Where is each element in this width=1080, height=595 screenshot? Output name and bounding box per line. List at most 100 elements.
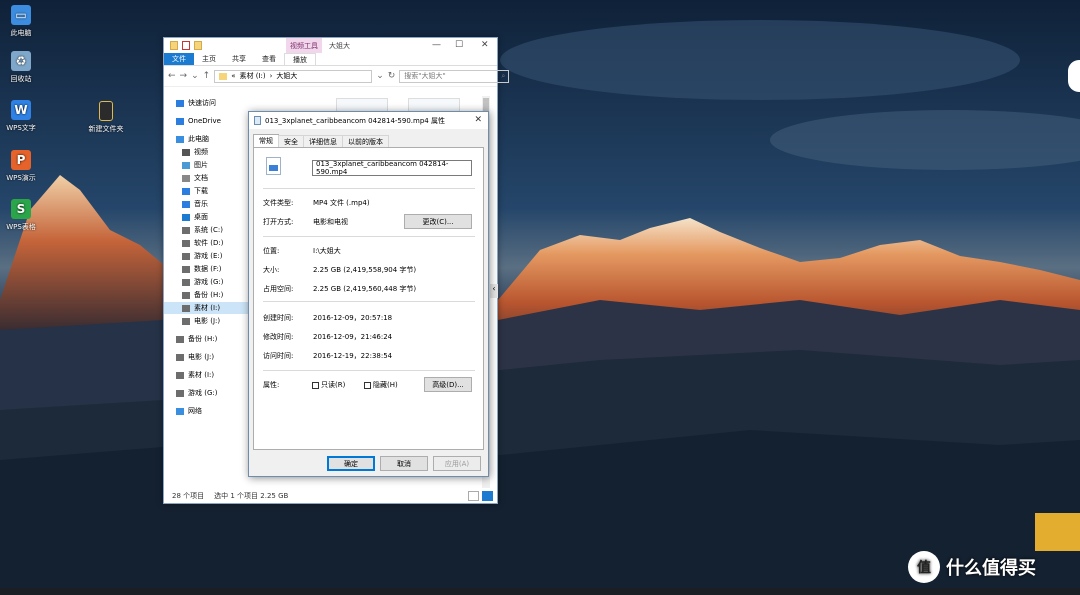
nav-item[interactable]: 软件 (D:) <box>164 237 250 249</box>
nav-item[interactable]: 文档 <box>164 172 250 184</box>
forward-arrow-icon[interactable]: → <box>180 71 188 81</box>
close-button[interactable]: ✕ <box>481 40 489 50</box>
checkbox-icon[interactable] <box>312 381 319 389</box>
tab-share[interactable]: 共享 <box>224 53 254 65</box>
properties-icon[interactable] <box>182 41 190 50</box>
desktop-icon-computer[interactable]: ▭ 此电脑 <box>0 5 46 38</box>
tab-view[interactable]: 查看 <box>254 53 284 65</box>
minimize-button[interactable]: — <box>432 40 441 50</box>
wps-spreadsheet-icon: S <box>11 199 31 219</box>
nav-item[interactable]: 音乐 <box>164 198 250 210</box>
taskbar[interactable] <box>0 588 1080 595</box>
change-button[interactable]: 更改(C)... <box>404 214 472 229</box>
location-row: 位置: I:\大姐大 <box>263 246 341 256</box>
folder-icon[interactable] <box>170 41 178 50</box>
location-label: 位置: <box>263 247 280 255</box>
modified-row: 修改时间: 2016-12-09，21:46:24 <box>263 332 392 342</box>
nav-item[interactable]: 游戏 (G:) <box>164 387 250 399</box>
size-on-disk-row: 占用空间: 2.25 GB (2,419,560,448 字节) <box>263 284 416 294</box>
quick-access-toolbar <box>164 38 202 53</box>
drive-icon <box>182 252 190 260</box>
nav-item[interactable]: 视频 <box>164 146 250 158</box>
explorer-titlebar[interactable]: 视频工具 大姐大 — ☐ ✕ <box>164 38 497 53</box>
open-with-label: 打开方式: <box>263 218 294 226</box>
details-view-icon[interactable] <box>468 491 479 501</box>
nav-item[interactable]: 系统 (C:) <box>164 224 250 236</box>
nav-item-label: 素材 (I:) <box>194 304 221 312</box>
nav-item[interactable]: 网络 <box>164 405 250 417</box>
tab-security[interactable]: 安全 <box>278 135 304 147</box>
created-value: 2016-12-09，20:57:18 <box>313 314 393 322</box>
advanced-button[interactable]: 高级(D)... <box>424 377 472 392</box>
nav-item[interactable]: 数据 (F:) <box>164 263 250 275</box>
refresh-icon[interactable]: ↻ <box>388 71 396 81</box>
nav-item[interactable]: 电影 (J:) <box>164 351 250 363</box>
nav-item-label: 网络 <box>188 407 202 415</box>
dialog-titlebar[interactable]: 013_3xplanet_caribbeancom 042814-590.mp4… <box>249 112 488 129</box>
checkbox-icon[interactable] <box>364 381 371 389</box>
nav-item[interactable]: OneDrive <box>164 115 250 127</box>
breadcrumb-drive[interactable]: 素材 (I:) <box>239 71 265 81</box>
selection-info: 选中 1 个项目 2.25 GB <box>214 491 289 500</box>
desktop-icon-wps-writer[interactable]: W WPS文字 <box>0 100 46 133</box>
address-bar[interactable]: « 素材 (I:) › 大姐大 <box>214 69 373 83</box>
cancel-button[interactable]: 取消 <box>380 456 428 471</box>
pane-toggle-icon[interactable]: ‹ <box>490 284 498 298</box>
nav-item[interactable]: 桌面 <box>164 211 250 223</box>
drive-icon <box>182 239 190 247</box>
ok-button[interactable]: 确定 <box>327 456 375 471</box>
download-icon <box>182 187 190 195</box>
breadcrumb-folder[interactable]: 大姐大 <box>276 71 297 81</box>
wps-writer-icon: W <box>11 100 31 120</box>
pin-widget-icon[interactable] <box>1068 60 1080 92</box>
smzdm-logo-icon <box>1035 513 1080 551</box>
nav-item-label: 系统 (C:) <box>194 226 223 234</box>
desktop-icon-new-folder[interactable]: 新建文件夹 <box>81 101 131 134</box>
context-tab-video-tools[interactable]: 视频工具 <box>286 38 322 53</box>
nav-item[interactable]: 游戏 (E:) <box>164 250 250 262</box>
desktop-icon-label: WPS表格 <box>6 223 36 231</box>
close-icon[interactable]: ✕ <box>474 115 482 125</box>
attributes-row: 属性: <box>263 380 313 390</box>
status-bar: 28 个项目 选中 1 个项目 2.25 GB <box>164 488 497 503</box>
tab-details[interactable]: 详细信息 <box>303 135 343 147</box>
drive-icon <box>182 226 190 234</box>
large-icons-view-icon[interactable] <box>482 491 493 501</box>
search-input[interactable]: 搜索"大姐大" ⌕ <box>399 69 510 83</box>
desktop-icon-wps-presentation[interactable]: P WPS演示 <box>0 150 46 183</box>
desktop-icon-wps-spreadsheet[interactable]: S WPS表格 <box>0 199 46 232</box>
nav-item[interactable]: 电影 (J:) <box>164 315 250 327</box>
tab-general[interactable]: 常规 <box>253 134 279 147</box>
tab-previous-versions[interactable]: 以前的版本 <box>342 135 389 147</box>
hidden-checkbox[interactable]: 隐藏(H) <box>364 380 398 390</box>
nav-item[interactable]: 备份 (H:) <box>164 289 250 301</box>
readonly-checkbox[interactable]: 只读(R) <box>312 380 345 390</box>
maximize-button[interactable]: ☐ <box>455 40 463 50</box>
tab-play[interactable]: 播放 <box>284 53 316 65</box>
tab-file[interactable]: 文件 <box>164 53 194 65</box>
nav-item-label: 数据 (F:) <box>194 265 222 273</box>
nav-item[interactable]: 游戏 (G:) <box>164 276 250 288</box>
nav-item[interactable]: 备份 (H:) <box>164 333 250 345</box>
chevron-down-icon[interactable]: ⌄ <box>191 71 199 81</box>
nav-item[interactable]: 图片 <box>164 159 250 171</box>
back-arrow-icon[interactable]: ← <box>168 71 176 81</box>
recycle-bin-icon: ♻ <box>11 51 31 71</box>
nav-item-label: 素材 (I:) <box>188 371 215 379</box>
nav-item[interactable]: 快速访问 <box>164 97 250 109</box>
nav-item[interactable]: 素材 (I:) <box>164 369 250 381</box>
tab-home[interactable]: 主页 <box>194 53 224 65</box>
network-icon <box>176 407 184 415</box>
modified-value: 2016-12-09，21:46:24 <box>313 333 393 341</box>
nav-item[interactable]: 下载 <box>164 185 250 197</box>
new-folder-icon[interactable] <box>194 41 202 50</box>
up-arrow-icon[interactable]: ↑ <box>203 71 211 81</box>
address-dropdown-icon[interactable]: ⌄ <box>376 71 384 81</box>
nav-item[interactable]: 素材 (I:) <box>164 302 250 314</box>
desktop-icon-recycle-bin[interactable]: ♻ 回收站 <box>0 51 46 84</box>
divider <box>263 370 475 371</box>
readonly-label: 只读(R) <box>321 381 346 389</box>
apply-button[interactable]: 应用(A) <box>433 456 481 471</box>
file-name-field[interactable]: 013_3xplanet_caribbeancom 042814-590.mp4 <box>312 160 472 176</box>
nav-item[interactable]: 此电脑 <box>164 133 250 145</box>
